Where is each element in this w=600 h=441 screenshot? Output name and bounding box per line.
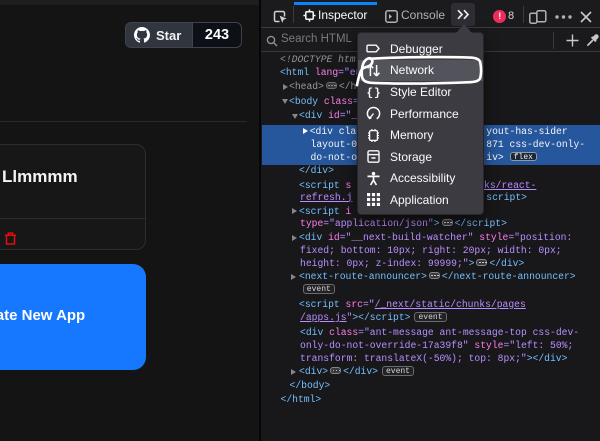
svg-text:}: } [374, 88, 381, 100]
svg-text:{: { [367, 88, 374, 100]
